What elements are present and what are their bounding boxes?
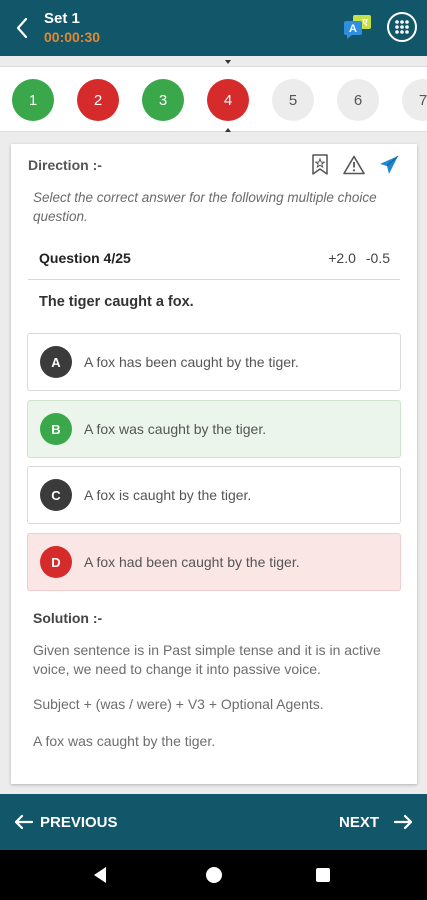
question-header: Question 4/25 +2.0 -0.5	[28, 236, 400, 280]
question-number-1[interactable]: 1	[12, 79, 54, 121]
grid-icon	[395, 20, 409, 34]
question-number-5[interactable]: 5	[272, 79, 314, 121]
option-d[interactable]: D A fox had been caught by the tiger.	[27, 533, 401, 591]
next-button[interactable]: NEXT	[339, 814, 413, 831]
warning-icon[interactable]	[343, 155, 365, 175]
option-letter: C	[40, 479, 72, 511]
back-button[interactable]	[0, 0, 44, 56]
app-bar: Set 1 00:00:30 A ए	[0, 0, 427, 56]
option-letter: B	[40, 413, 72, 445]
marks-positive: +2.0	[328, 249, 356, 266]
question-number-7[interactable]: 7	[402, 79, 427, 121]
question-number-3[interactable]: 3	[142, 79, 184, 121]
bottom-nav-bar: PREVIOUS NEXT	[0, 794, 427, 850]
direction-label: Direction :-	[28, 157, 102, 173]
system-back-icon[interactable]	[94, 867, 106, 883]
question-marks: +2.0 -0.5	[328, 250, 390, 266]
translate-letter-hi: ए	[362, 18, 369, 28]
question-number-label: Question 4/25	[39, 249, 131, 266]
page-title: Set 1	[44, 10, 80, 27]
option-text: A fox had been caught by the tiger.	[84, 554, 300, 570]
arrow-left-icon	[14, 814, 34, 830]
question-strip: 1 2 3 4 5 6 7	[0, 66, 427, 132]
arrow-left-icon	[16, 17, 28, 39]
option-letter: A	[40, 346, 72, 378]
solution-label: Solution :-	[33, 610, 103, 626]
bookmark-star-icon[interactable]	[311, 154, 329, 176]
current-indicator-bottom	[225, 128, 231, 132]
solution-paragraph: Given sentence is in Past simple tense a…	[33, 642, 381, 677]
solution-paragraph: A fox was caught by the tiger.	[33, 733, 216, 749]
option-b[interactable]: B A fox was caught by the tiger.	[27, 400, 401, 458]
question-grid-button[interactable]	[387, 12, 417, 42]
direction-text: Select the correct answer for the follow…	[33, 190, 377, 224]
option-text: A fox has been caught by the tiger.	[84, 354, 299, 370]
system-home-icon[interactable]	[206, 867, 222, 883]
translate-letter-a: A	[349, 23, 357, 35]
system-recents-icon[interactable]	[316, 868, 330, 882]
option-a[interactable]: A A fox has been caught by the tiger.	[27, 333, 401, 391]
question-number-2[interactable]: 2	[77, 79, 119, 121]
previous-button[interactable]: PREVIOUS	[14, 814, 118, 831]
question-number-6[interactable]: 6	[337, 79, 379, 121]
question-number-4[interactable]: 4	[207, 79, 249, 121]
option-c[interactable]: C A fox is caught by the tiger.	[27, 466, 401, 524]
marks-negative: -0.5	[365, 249, 390, 266]
translate-icon: A ए	[344, 15, 371, 39]
translate-button[interactable]: A ए	[343, 14, 373, 40]
send-icon[interactable]	[379, 155, 399, 175]
option-text: A fox is caught by the tiger.	[84, 487, 252, 503]
next-label: NEXT	[338, 813, 379, 831]
question-card: Direction :- Select the correct answer f…	[11, 144, 417, 784]
arrow-right-icon	[393, 814, 413, 830]
timer: 00:00:30	[44, 29, 101, 45]
option-text: A fox was caught by the tiger.	[84, 421, 267, 437]
option-letter: D	[40, 546, 72, 578]
previous-label: PREVIOUS	[40, 813, 118, 831]
system-nav-bar	[0, 850, 427, 900]
current-indicator-top	[225, 60, 231, 64]
question-text: The tiger caught a fox.	[39, 294, 194, 310]
solution-paragraph: Subject + (was / were) + V3 + Optional A…	[33, 696, 324, 712]
